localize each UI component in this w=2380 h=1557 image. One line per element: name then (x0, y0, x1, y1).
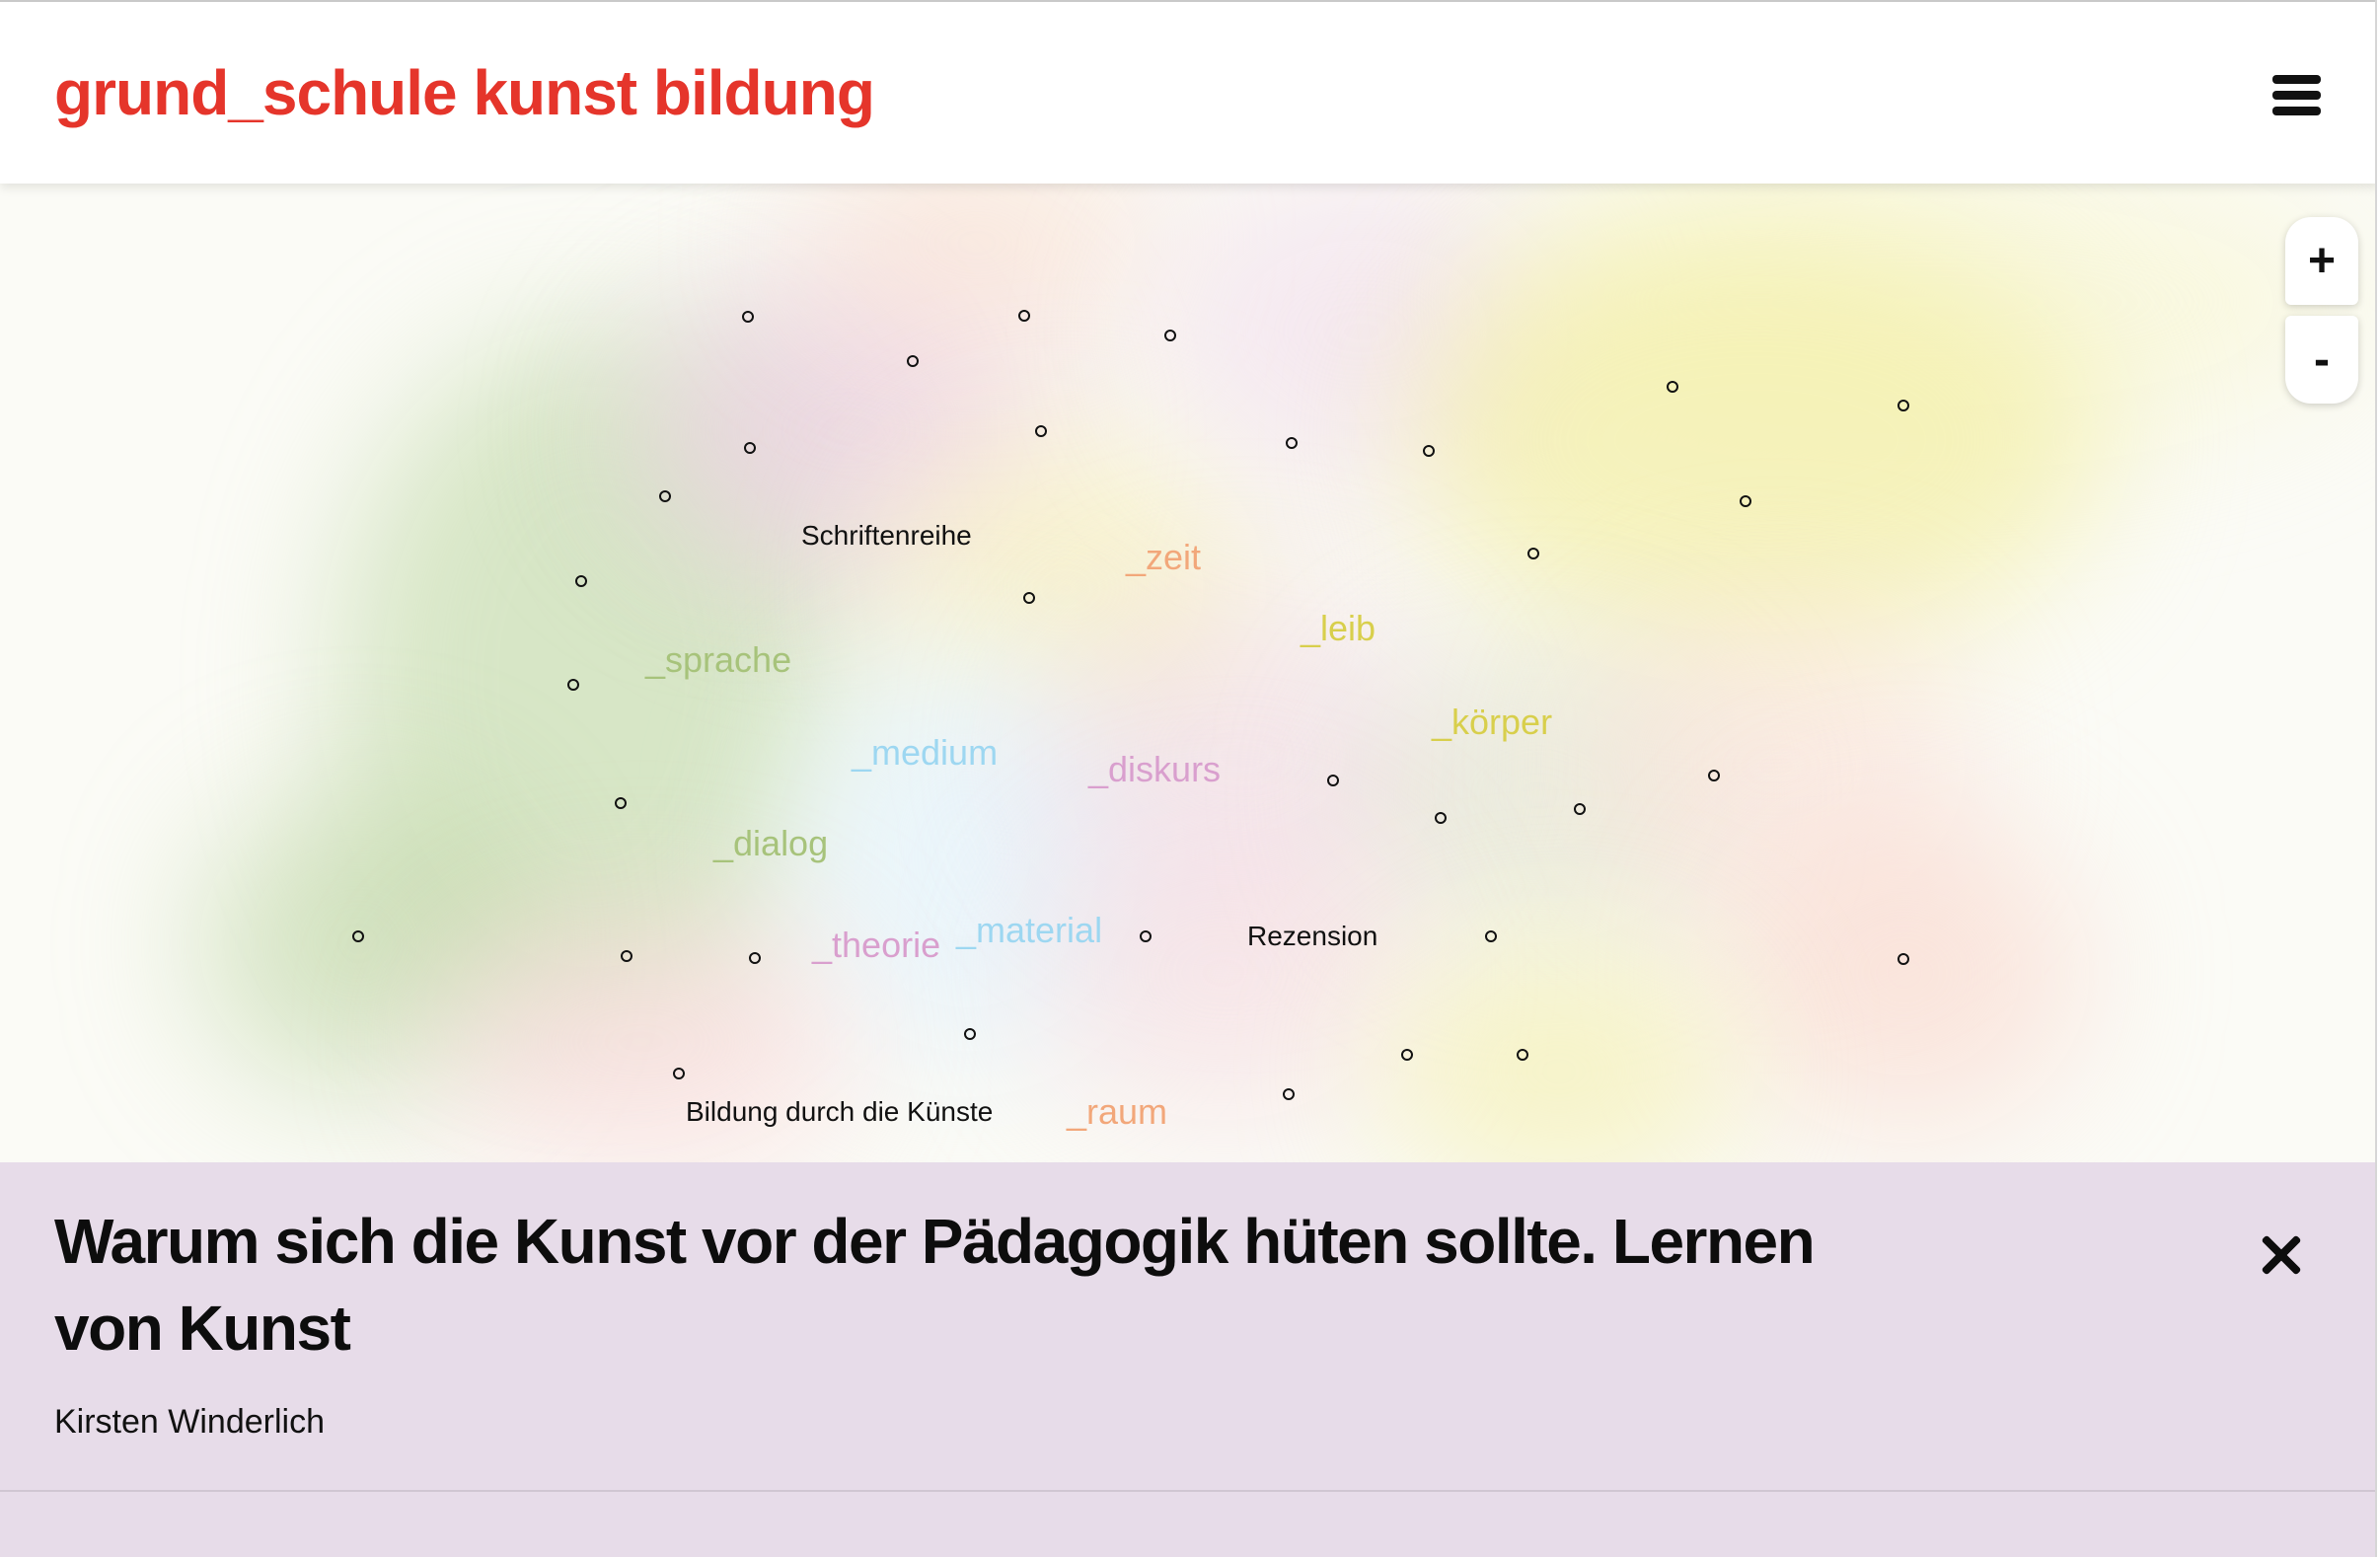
tag-material[interactable]: _material (956, 910, 1102, 951)
tag-sprache[interactable]: _sprache (645, 639, 791, 681)
map-point[interactable] (575, 575, 587, 587)
menu-bar (2272, 107, 2321, 115)
map-point[interactable] (673, 1068, 685, 1079)
tag-leib[interactable]: _leib (1301, 608, 1376, 649)
map-point[interactable] (615, 797, 627, 809)
map-point[interactable] (1435, 812, 1447, 824)
map-point[interactable] (1667, 381, 1678, 393)
article-author: Kirsten Winderlich (54, 1403, 325, 1441)
map-point[interactable] (749, 952, 761, 964)
zoom-out-icon: - (2314, 334, 2330, 386)
zoom-out-button[interactable]: - (2285, 316, 2358, 404)
label-bildung-durch-die-kuenste[interactable]: Bildung durch die Künste (686, 1095, 993, 1129)
tag-koerper[interactable]: _körper (1432, 702, 1552, 743)
map-point[interactable] (1023, 592, 1035, 604)
map-points-layer (0, 184, 2380, 1162)
site-header: grund_schule kunst bildung (0, 0, 2380, 184)
map-point[interactable] (1527, 548, 1539, 559)
map-point[interactable] (1708, 770, 1720, 781)
close-icon[interactable] (2256, 1229, 2307, 1281)
map-point[interactable] (659, 490, 671, 502)
map-point[interactable] (1574, 803, 1586, 815)
hamburger-menu-icon[interactable] (2266, 67, 2329, 126)
divider (0, 1490, 2380, 1492)
map-point[interactable] (1164, 330, 1176, 341)
tag-zeit[interactable]: _zeit (1126, 537, 1201, 578)
map-point[interactable] (1018, 310, 1030, 322)
map-point[interactable] (1897, 953, 1909, 965)
zoom-in-button[interactable]: + (2285, 217, 2358, 305)
menu-bar (2272, 91, 2321, 100)
map-point[interactable] (1283, 1088, 1295, 1100)
article-title[interactable]: Warum sich die Kunst vor der Pädagogik h… (54, 1198, 1909, 1372)
tag-dialog[interactable]: _dialog (713, 823, 828, 864)
label-rezension[interactable]: Rezension (1247, 920, 1377, 953)
map-point[interactable] (1327, 775, 1339, 786)
map-point[interactable] (1740, 495, 1751, 507)
tag-map[interactable]: Schriftenreihe _zeit _leib _sprache _kör… (0, 184, 2380, 1162)
label-schriftenreihe[interactable]: Schriftenreihe (801, 519, 972, 553)
window-edge (2375, 0, 2380, 1557)
map-point[interactable] (1423, 445, 1435, 457)
tag-raum[interactable]: _raum (1067, 1091, 1167, 1133)
map-point[interactable] (1485, 930, 1497, 942)
map-point[interactable] (567, 679, 579, 691)
map-point[interactable] (352, 930, 364, 942)
map-point[interactable] (621, 950, 632, 962)
article-panel: Warum sich die Kunst vor der Pädagogik h… (0, 1162, 2380, 1557)
map-point[interactable] (1517, 1049, 1528, 1061)
map-point[interactable] (907, 355, 919, 367)
site-title[interactable]: grund_schule kunst bildung (54, 53, 875, 132)
map-point[interactable] (1401, 1049, 1413, 1061)
zoom-in-icon: + (2307, 235, 2337, 287)
map-point[interactable] (742, 311, 754, 323)
tag-diskurs[interactable]: _diskurs (1088, 749, 1221, 790)
map-point[interactable] (1140, 930, 1152, 942)
map-point[interactable] (1286, 437, 1298, 449)
tag-medium[interactable]: _medium (852, 732, 998, 774)
map-point[interactable] (1897, 400, 1909, 411)
map-point[interactable] (1035, 425, 1047, 437)
map-point[interactable] (744, 442, 756, 454)
map-point[interactable] (964, 1028, 976, 1040)
menu-bar (2272, 75, 2321, 84)
tag-theorie[interactable]: _theorie (812, 925, 940, 966)
